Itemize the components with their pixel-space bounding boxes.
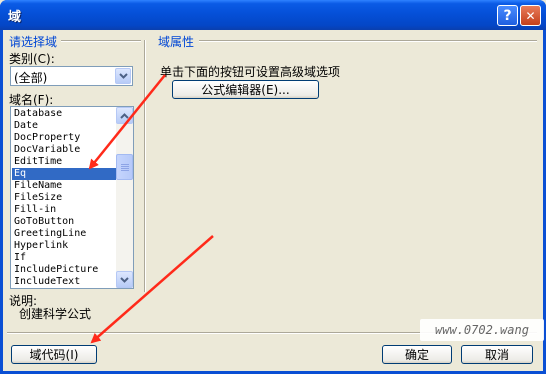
ok-button[interactable]: 确定 <box>382 345 452 364</box>
list-scrollbar[interactable] <box>116 107 133 288</box>
list-item[interactable]: Eq <box>12 168 117 180</box>
list-item[interactable]: Fill-in <box>12 204 117 216</box>
list-item[interactable]: Hyperlink <box>12 240 117 252</box>
list-item[interactable]: Database <box>12 108 117 120</box>
scroll-thumb[interactable] <box>116 154 133 180</box>
group-divider <box>61 40 141 42</box>
list-item[interactable]: GoToButton <box>12 216 117 228</box>
list-item[interactable]: EditTime <box>12 156 117 168</box>
dialog-title: 域 <box>8 10 22 25</box>
cancel-button[interactable]: 取消 <box>461 345 533 364</box>
help-icon: ? <box>503 7 512 24</box>
field-codes-button[interactable]: 域代码(I) <box>11 345 97 364</box>
scroll-down-icon[interactable] <box>116 271 133 288</box>
list-item[interactable]: If <box>12 252 117 264</box>
list-item[interactable]: IncludePicture <box>12 264 117 276</box>
close-button[interactable]: ✕ <box>520 5 541 26</box>
description-text: 创建科学公式 <box>19 307 92 321</box>
list-item[interactable]: IncludeText <box>12 276 117 288</box>
category-value: (全部) <box>14 71 48 85</box>
formula-editor-button[interactable]: 公式编辑器(E)... <box>172 80 319 99</box>
field-names-items: Database Date DocProperty DocVariable EditTi… <box>12 108 117 288</box>
scroll-up-icon[interactable] <box>116 107 133 124</box>
list-item[interactable]: FileName <box>12 180 117 192</box>
list-item[interactable]: DocProperty <box>12 132 117 144</box>
dropdown-arrow-icon[interactable] <box>115 68 131 84</box>
help-button[interactable]: ? <box>497 5 518 26</box>
category-select[interactable]: (全部) <box>10 66 133 86</box>
field-names-list[interactable]: Database Date DocProperty DocVariable EditTi… <box>10 106 134 289</box>
watermark: www.0702.wang <box>420 319 544 341</box>
list-item[interactable]: GreetingLine <box>12 228 117 240</box>
advanced-options-instruction: 单击下面的按钮可设置高级域选项 <box>160 65 341 79</box>
group-separator <box>144 40 146 292</box>
select-field-group-title: 请选择域 <box>9 35 58 49</box>
list-item[interactable]: DocVariable <box>12 144 117 156</box>
category-label: 类别(C): <box>9 52 55 66</box>
field-properties-group-title: 域属性 <box>158 35 195 49</box>
list-item[interactable]: FileSize <box>12 192 117 204</box>
list-item[interactable]: Date <box>12 120 117 132</box>
group-divider <box>199 40 537 42</box>
title-bar[interactable]: 域 ? ✕ <box>0 0 546 30</box>
field-dialog: 域 ? ✕ 请选择域 类别(C): (全部) 域名(F): Database Da… <box>0 0 546 374</box>
close-icon: ✕ <box>525 8 536 23</box>
